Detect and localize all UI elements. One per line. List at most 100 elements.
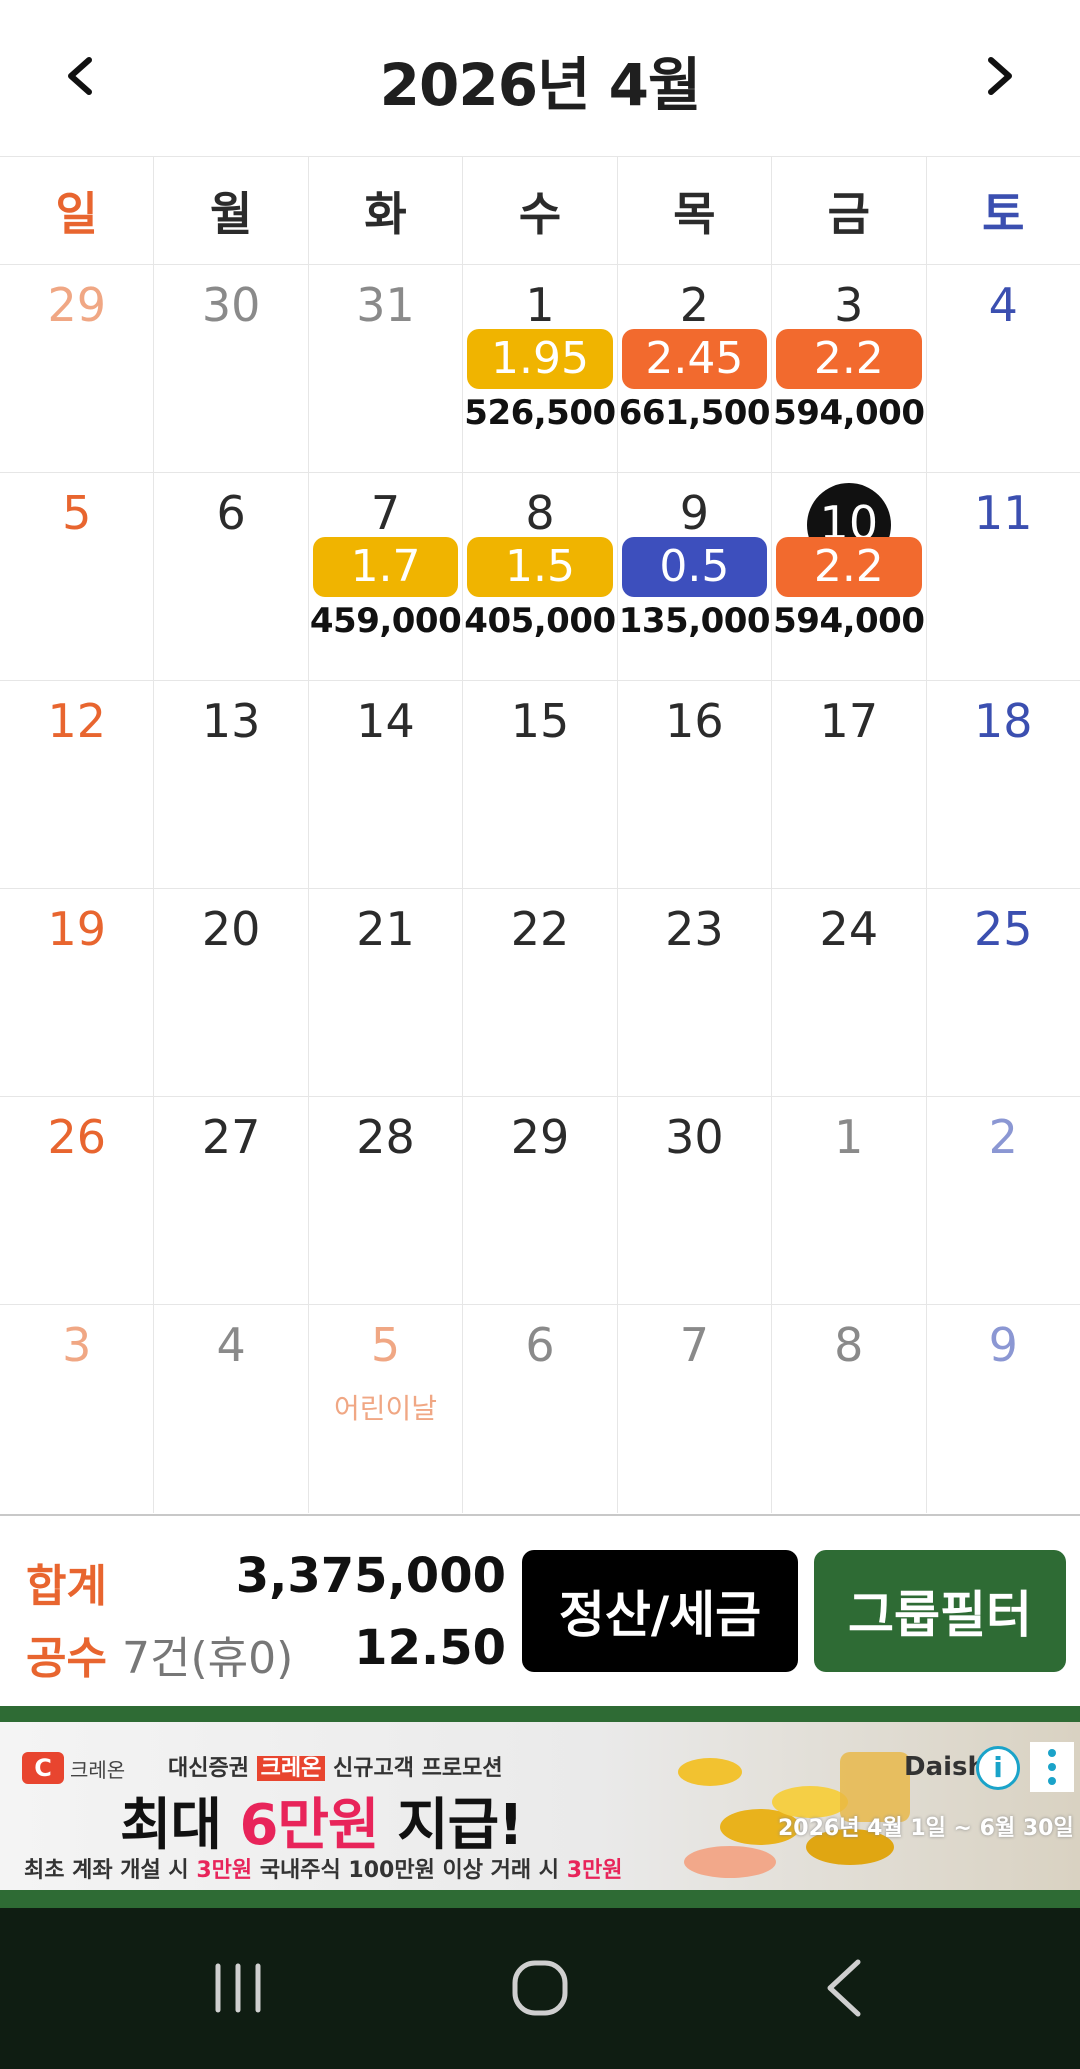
day-amount: 459,000 [309, 601, 462, 641]
day-number: 19 [47, 902, 106, 956]
month-title: 2026년 4월 [379, 51, 702, 119]
day-number: 1 [525, 278, 555, 332]
calendar-day-cell[interactable]: 3 [0, 1305, 155, 1513]
day-number: 12 [47, 694, 106, 748]
day-amount: 594,000 [773, 601, 925, 641]
day-number: 9 [988, 1318, 1018, 1372]
calendar-day-cell[interactable]: 27 [154, 1097, 309, 1304]
calendar-day-cell[interactable]: 1 1.95 526,500 [463, 265, 618, 472]
calendar-day-cell[interactable]: 6 [154, 473, 309, 680]
calendar-grid: 일 월 화 수 목 금 토 29 30 31 1 1.95 526,500 2 2.45 661… [0, 156, 1080, 1516]
calendar-day-cell[interactable]: 8 1.5 405,000 [463, 473, 618, 680]
ad-banner-container: C 크레온 대신증권 크레온 신규고객 프로모션 최대 6만원 지급! 최초 계… [0, 1706, 1080, 1908]
calendar-day-cell[interactable]: 22 [463, 889, 618, 1096]
day-number: 3 [62, 1318, 92, 1372]
calendar-day-cell[interactable]: 20 [154, 889, 309, 1096]
calendar-day-cell[interactable]: 9 0.5 135,000 [618, 473, 773, 680]
day-number: 6 [216, 486, 246, 540]
calendar-day-cell[interactable]: 29 [0, 265, 155, 472]
next-month-button[interactable] [960, 40, 1040, 112]
calendar-day-cell[interactable]: 6 [463, 1305, 618, 1513]
ad-banner[interactable]: C 크레온 대신증권 크레온 신규고객 프로모션 최대 6만원 지급! 최초 계… [0, 1722, 1080, 1890]
ad-daishin-text: Daish [904, 1752, 987, 1782]
count-sub: 7건(휴0) [122, 1633, 294, 1684]
day-amount: 135,000 [618, 601, 771, 641]
work-units-badge: 1.95 [467, 329, 613, 389]
calendar-day-cell[interactable]: 4 [154, 1305, 309, 1513]
day-amount: 526,500 [464, 393, 616, 433]
group-filter-button[interactable]: 그룹필터 [814, 1550, 1066, 1672]
calendar-day-cell[interactable]: 1 [772, 1097, 927, 1304]
calendar-day-cell[interactable]: 30 [154, 265, 309, 472]
day-number: 30 [665, 1110, 724, 1164]
day-number: 16 [665, 694, 724, 748]
day-number: 17 [819, 694, 879, 748]
work-units-badge: 2.45 [621, 329, 768, 389]
day-amount: 405,000 [464, 601, 616, 641]
day-number: 7 [370, 486, 401, 540]
ad-footnote-pre: 최초 계좌 개설 시 [24, 1858, 189, 1883]
calendar-day-cell[interactable]: 2 2.45 661,500 [618, 265, 773, 472]
calendar-day-cell[interactable]: 19 [0, 889, 155, 1096]
home-button[interactable] [480, 1948, 600, 2028]
recent-apps-button[interactable] [178, 1948, 298, 2028]
day-amount: 661,500 [618, 393, 771, 433]
calendar-day-cell[interactable]: 8 [772, 1305, 927, 1513]
day-number: 1 [834, 1110, 864, 1164]
calendar-day-cell[interactable]: 16 [618, 681, 773, 888]
coins-illustration-icon [678, 1752, 910, 1878]
calendar-day-cell[interactable]: 3 2.2 594,000 [772, 265, 927, 472]
ad-date: 2026년 4월 1일 ~ 6월 30일 [778, 1816, 1074, 1841]
calendar-week-row: 26 27 28 29 30 1 2 [0, 1097, 1080, 1305]
ad-more-icon[interactable] [1030, 1742, 1074, 1792]
calendar-day-cell[interactable]: 9 [927, 1305, 1080, 1513]
ad-brand-name: 크레온 [70, 1758, 126, 1782]
day-number: 20 [201, 902, 261, 956]
calendar-day-cell[interactable]: 4 [927, 265, 1080, 472]
calendar-day-cell[interactable]: 29 [463, 1097, 618, 1304]
total-value: 3,375,000 [235, 1548, 506, 1604]
calendar-day-cell[interactable]: 15 [463, 681, 618, 888]
calendar-day-cell[interactable]: 7 [618, 1305, 773, 1513]
count-value: 12.50 [354, 1620, 506, 1676]
total-label: 합계 [26, 1561, 107, 1612]
weekday-sat: 토 [982, 186, 1025, 241]
calendar-day-cell[interactable]: 23 [618, 889, 773, 1096]
back-button[interactable] [784, 1948, 904, 2028]
ad-headline: 최대 6만원 지급! [120, 1780, 524, 1861]
calendar-day-cell[interactable]: 7 1.7 459,000 [309, 473, 464, 680]
calendar-day-cell[interactable]: 11 [927, 473, 1080, 680]
calendar-day-cell[interactable]: 28 [309, 1097, 464, 1304]
home-icon [512, 1960, 568, 2016]
calendar-day-cell[interactable]: 24 [772, 889, 927, 1096]
calendar-day-cell[interactable]: 12 [0, 681, 155, 888]
calendar-week-row: 3 4 5 어린이날 6 7 8 9 [0, 1305, 1080, 1513]
weekday-wed: 수 [463, 157, 618, 264]
calendar-day-cell[interactable]: 10 2.2 594,000 [772, 473, 927, 680]
calendar-day-cell[interactable]: 18 [927, 681, 1080, 888]
calendar-day-cell[interactable]: 30 [618, 1097, 773, 1304]
summary-bar: 합계 3,375,000 공수 7건(휴0) 12.50 정산/세금 그룹필터 [0, 1516, 1080, 1706]
calendar-day-cell[interactable]: 25 [927, 889, 1080, 1096]
calendar-day-cell[interactable]: 31 [309, 265, 464, 472]
calendar-day-cell[interactable]: 5 어린이날 [309, 1305, 464, 1513]
ad-headline-post: 지급! [397, 1793, 524, 1858]
system-navigation-bar [0, 1908, 1080, 2069]
calendar-day-cell[interactable]: 14 [309, 681, 464, 888]
calendar-day-cell[interactable]: 2 [927, 1097, 1080, 1304]
weekday-sun: 일 [0, 157, 155, 264]
settle-tax-button[interactable]: 정산/세금 [522, 1550, 798, 1672]
calendar-week-row: 5 6 7 1.7 459,000 8 1.5 405,000 9 0.5 135,000 10 2.2… [0, 473, 1080, 681]
calendar-week-row: 29 30 31 1 1.95 526,500 2 2.45 661,500 3 2.2 594,00… [0, 265, 1080, 473]
calendar-day-cell[interactable]: 17 [772, 681, 927, 888]
calendar-day-cell[interactable]: 5 [0, 473, 155, 680]
ad-info-icon[interactable]: i [976, 1746, 1020, 1790]
ad-footnote: 최초 계좌 개설 시 3만원 국내주식 100만원 이상 거래 시 3만원 [24, 1852, 622, 1884]
calendar-weeks: 29 30 31 1 1.95 526,500 2 2.45 661,500 3 2.2 594,00… [0, 265, 1080, 1513]
calendar-day-cell[interactable]: 21 [309, 889, 464, 1096]
day-number: 27 [201, 1110, 261, 1164]
calendar-day-cell[interactable]: 13 [154, 681, 309, 888]
day-number: 29 [510, 1110, 570, 1164]
calendar-day-cell[interactable]: 26 [0, 1097, 155, 1304]
work-units-badge: 2.2 [776, 537, 922, 597]
